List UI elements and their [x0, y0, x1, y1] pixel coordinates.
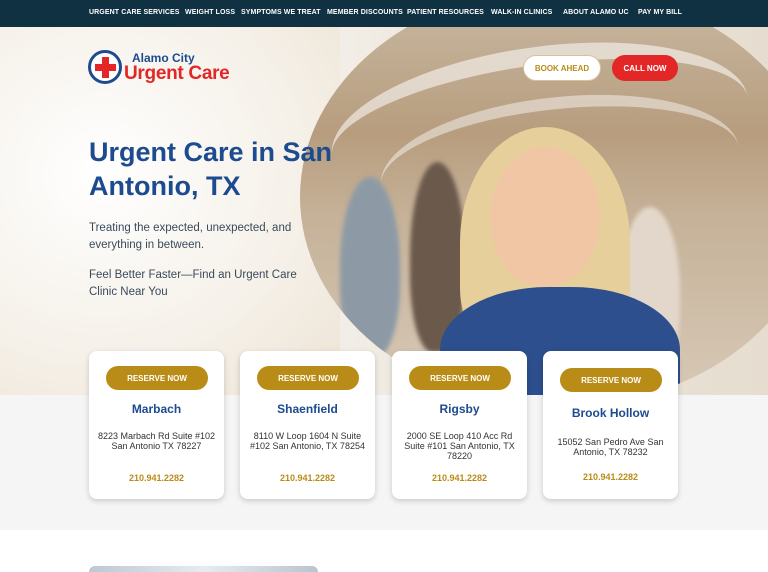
reserve-now-button[interactable]: RESERVE NOW [560, 368, 662, 392]
hero-photo [300, 27, 768, 395]
location-name[interactable]: Shaenfield [240, 402, 375, 416]
location-phone[interactable]: 210.941.2282 [89, 473, 224, 483]
hero-subtext-find-clinic: Feel Better Faster—Find an Urgent Care C… [89, 269, 297, 298]
call-now-button[interactable]: CALL NOW [612, 55, 678, 81]
reserve-now-button[interactable]: RESERVE NOW [409, 366, 511, 390]
location-address: 2000 SE Loop 410 Acc Rd Suite #101 San A… [404, 431, 515, 461]
nav-urgent-care-services[interactable]: URGENT CARE SERVICES [89, 9, 180, 16]
reserve-now-button[interactable]: RESERVE NOW [106, 366, 208, 390]
location-address: 15052 San Pedro Ave San Antonio, TX 7823… [557, 437, 664, 457]
location-card-brook-hollow: RESERVE NOW Brook Hollow 15052 San Pedro… [543, 351, 678, 499]
location-name[interactable]: Marbach [89, 402, 224, 416]
location-address: 8223 Marbach Rd Suite #102 San Antonio T… [97, 431, 216, 451]
nurse-face [490, 147, 600, 287]
location-phone[interactable]: 210.941.2282 [240, 473, 375, 483]
book-ahead-button[interactable]: BOOK AHEAD [523, 55, 601, 81]
next-section-image [89, 566, 318, 572]
location-name[interactable]: Brook Hollow [543, 406, 678, 420]
background-person [340, 177, 400, 357]
page-title: Urgent Care in San Antonio, TX [89, 137, 333, 201]
nav-member-discounts[interactable]: MEMBER DISCOUNTS [327, 9, 403, 16]
site-logo[interactable]: Alamo City Urgent Care [88, 50, 230, 84]
location-card-marbach: RESERVE NOW Marbach 8223 Marbach Rd Suit… [89, 351, 224, 499]
logo-line-2: Urgent Care [124, 62, 230, 84]
nav-patient-resources[interactable]: PATIENT RESOURCES [407, 9, 484, 16]
location-phone[interactable]: 210.941.2282 [392, 473, 527, 483]
top-navigation: URGENT CARE SERVICES WEIGHT LOSS SYMPTOM… [0, 0, 768, 27]
reserve-now-button[interactable]: RESERVE NOW [257, 366, 359, 390]
location-name[interactable]: Rigsby [392, 402, 527, 416]
medical-cross-icon [88, 50, 122, 84]
location-phone[interactable]: 210.941.2282 [543, 472, 678, 482]
nav-weight-loss[interactable]: WEIGHT LOSS [185, 9, 235, 16]
logo-line-1: Alamo City [132, 50, 195, 65]
hero-subtext: Treating the expected, unexpected, and e… [89, 222, 292, 251]
nav-about[interactable]: ABOUT ALAMO UC [563, 9, 629, 16]
nav-symptoms-we-treat[interactable]: SYMPTOMS WE TREAT [241, 9, 321, 16]
location-card-shaenfield: RESERVE NOW Shaenfield 8110 W Loop 1604 … [240, 351, 375, 499]
nav-pay-my-bill[interactable]: PAY MY BILL [638, 9, 682, 16]
location-address: 8110 W Loop 1604 N Suite #102 San Antoni… [250, 431, 365, 451]
location-card-rigsby: RESERVE NOW Rigsby 2000 SE Loop 410 Acc … [392, 351, 527, 499]
nav-walk-in-clinics[interactable]: WALK-IN CLINICS [491, 9, 552, 16]
